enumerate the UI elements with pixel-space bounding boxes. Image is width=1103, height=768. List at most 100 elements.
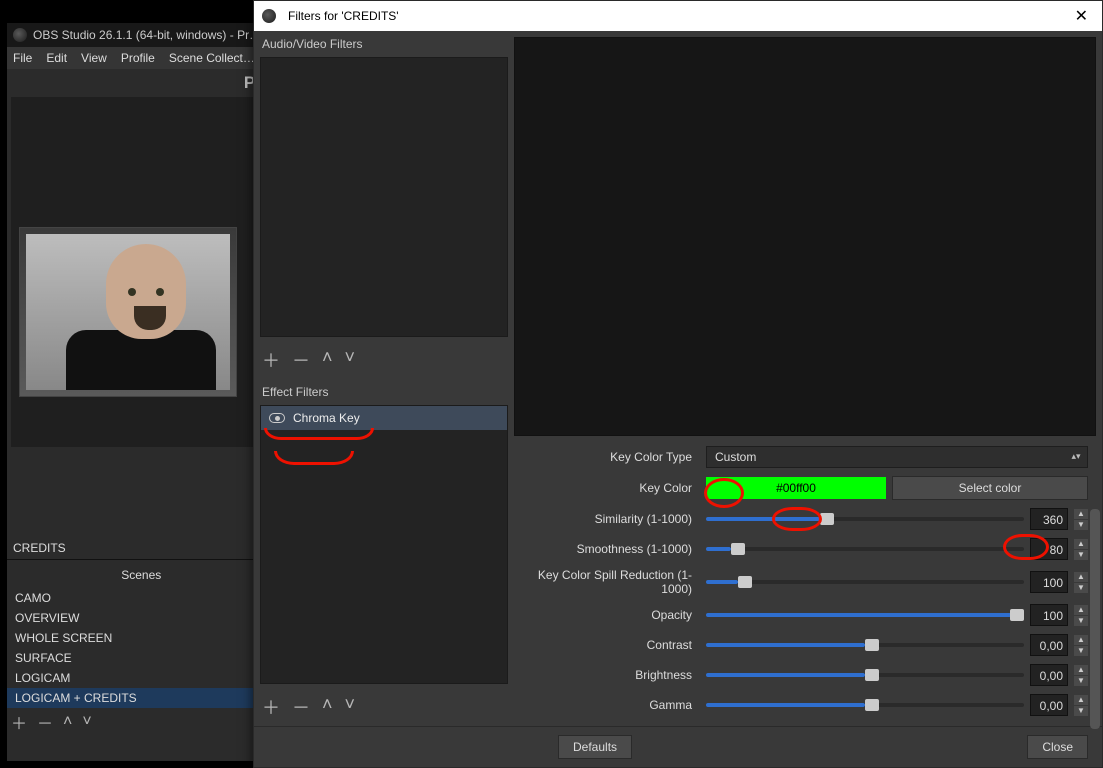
slider-knob[interactable]: [865, 699, 879, 711]
move-filter-up-icon[interactable]: ˄: [322, 347, 333, 373]
remove-filter-icon[interactable]: －: [292, 347, 310, 373]
add-filter-icon[interactable]: ＋: [262, 347, 280, 373]
spin-down-icon[interactable]: ▼: [1074, 550, 1088, 560]
annotation-mark: [1003, 534, 1049, 560]
filters-dialog: Filters for 'CREDITS' ✕ Audio/Video Filt…: [253, 0, 1103, 768]
move-scene-down-icon[interactable]: ˅: [82, 713, 91, 731]
filters-titlebar[interactable]: Filters for 'CREDITS' ✕: [254, 1, 1102, 31]
slider-knob[interactable]: [1010, 609, 1024, 621]
spin-up-icon[interactable]: ▲: [1074, 509, 1088, 519]
remove-filter-icon[interactable]: －: [292, 694, 310, 720]
contrast-slider[interactable]: [706, 643, 1024, 647]
slider-knob[interactable]: [820, 513, 834, 525]
scene-item[interactable]: CAMO: [7, 588, 276, 608]
menu-profile[interactable]: Profile: [121, 51, 155, 65]
scene-item-selected[interactable]: LOGICAM + CREDITS: [7, 688, 276, 708]
remove-scene-icon[interactable]: －: [37, 710, 53, 734]
spin-up-icon[interactable]: ▲: [1074, 665, 1088, 675]
menu-scene-collection[interactable]: Scene Collect…: [169, 51, 255, 65]
annotation-mark: [704, 478, 744, 508]
smoothness-slider[interactable]: [706, 547, 1024, 551]
spin-up-icon[interactable]: ▲: [1074, 539, 1088, 549]
annotation-mark: [274, 451, 354, 465]
scenes-toolbar: ＋ － ˄ ˅: [11, 710, 92, 734]
menu-file[interactable]: File: [13, 51, 32, 65]
filter-preview: [514, 37, 1096, 436]
spin-up-icon[interactable]: ▲: [1074, 635, 1088, 645]
av-filters-label: Audio/Video Filters: [254, 31, 514, 57]
add-filter-icon[interactable]: ＋: [262, 694, 280, 720]
prop-label: Brightness: [520, 668, 700, 682]
prop-label: Similarity (1-1000): [520, 512, 700, 526]
scrollbar-thumb[interactable]: [1090, 509, 1100, 729]
dropdown-value: Custom: [715, 450, 756, 464]
slider-knob[interactable]: [865, 639, 879, 651]
key-color-hex: #00ff00: [776, 481, 816, 495]
spin-down-icon[interactable]: ▼: [1074, 646, 1088, 656]
close-button[interactable]: Close: [1027, 735, 1088, 759]
menu-view[interactable]: View: [81, 51, 107, 65]
spin-down-icon[interactable]: ▼: [1074, 520, 1088, 530]
opacity-slider[interactable]: [706, 613, 1024, 617]
similarity-value[interactable]: 360: [1030, 508, 1068, 530]
scene-list[interactable]: CAMO OVERVIEW WHOLE SCREEN SURFACE LOGIC…: [7, 586, 276, 710]
scene-item[interactable]: SURFACE: [7, 648, 276, 668]
effect-filters-list[interactable]: Chroma Key: [260, 405, 508, 685]
annotation-mark: [264, 428, 374, 440]
spin-down-icon[interactable]: ▼: [1074, 616, 1088, 626]
prop-label: Smoothness (1-1000): [520, 542, 700, 556]
preview-source-box[interactable]: [19, 227, 237, 397]
spin-down-icon[interactable]: ▼: [1074, 706, 1088, 716]
opacity-value[interactable]: 100: [1030, 604, 1068, 626]
slider-knob[interactable]: [865, 669, 879, 681]
gamma-slider[interactable]: [706, 703, 1024, 707]
key-color-type-dropdown[interactable]: Custom ▴▾: [706, 446, 1088, 468]
defaults-button[interactable]: Defaults: [558, 735, 632, 759]
spin-up-icon[interactable]: ▲: [1074, 572, 1088, 582]
chevron-updown-icon[interactable]: ▴▾: [1071, 451, 1081, 461]
move-filter-down-icon[interactable]: ˅: [345, 347, 356, 373]
prop-label: Key Color: [520, 481, 700, 495]
scene-item[interactable]: WHOLE SCREEN: [7, 628, 276, 648]
similarity-slider[interactable]: [706, 517, 1024, 521]
spin-up-icon[interactable]: ▲: [1074, 695, 1088, 705]
obs-logo-icon: [13, 28, 27, 42]
av-filters-list[interactable]: [260, 57, 508, 337]
filters-left-column: Audio/Video Filters ＋ － ˄ ˅ Effect Filte…: [254, 31, 514, 726]
brightness-slider[interactable]: [706, 673, 1024, 677]
filter-properties: Key Color Type Custom ▴▾ Key Color #00ff…: [514, 436, 1102, 726]
scene-item[interactable]: OVERVIEW: [7, 608, 276, 628]
visibility-eye-icon[interactable]: [269, 413, 285, 423]
move-scene-up-icon[interactable]: ˄: [63, 713, 72, 731]
spill-value[interactable]: 100: [1030, 571, 1068, 593]
effect-filters-toolbar: ＋ － ˄ ˅: [254, 688, 514, 726]
filters-footer: Defaults Close: [254, 727, 1102, 767]
add-scene-icon[interactable]: ＋: [11, 710, 27, 734]
annotation-mark: [772, 507, 822, 531]
contrast-value[interactable]: 0,00: [1030, 634, 1068, 656]
prop-label: Gamma: [520, 698, 700, 712]
gamma-value[interactable]: 0,00: [1030, 694, 1068, 716]
scene-item[interactable]: LOGICAM: [7, 668, 276, 688]
effect-filters-label: Effect Filters: [254, 379, 514, 405]
close-icon[interactable]: ✕: [1069, 6, 1094, 26]
obs-logo-icon: [262, 9, 276, 23]
menu-edit[interactable]: Edit: [46, 51, 67, 65]
spill-slider[interactable]: [706, 580, 1024, 584]
filters-right-column: Key Color Type Custom ▴▾ Key Color #00ff…: [514, 31, 1102, 726]
select-color-button[interactable]: Select color: [892, 476, 1088, 500]
main-title: OBS Studio 26.1.1 (64-bit, windows) - Pr…: [33, 28, 261, 42]
spin-down-icon[interactable]: ▼: [1074, 583, 1088, 593]
spin-down-icon[interactable]: ▼: [1074, 676, 1088, 686]
av-filters-toolbar: ＋ － ˄ ˅: [254, 341, 514, 379]
move-filter-up-icon[interactable]: ˄: [322, 694, 333, 720]
move-filter-down-icon[interactable]: ˅: [345, 694, 356, 720]
scenes-title: Scenes: [121, 568, 161, 582]
prop-label: Opacity: [520, 608, 700, 622]
spin-up-icon[interactable]: ▲: [1074, 605, 1088, 615]
effect-filter-item[interactable]: Chroma Key: [261, 406, 507, 430]
prop-label: Key Color Type: [520, 450, 700, 464]
slider-knob[interactable]: [738, 576, 752, 588]
slider-knob[interactable]: [731, 543, 745, 555]
brightness-value[interactable]: 0,00: [1030, 664, 1068, 686]
